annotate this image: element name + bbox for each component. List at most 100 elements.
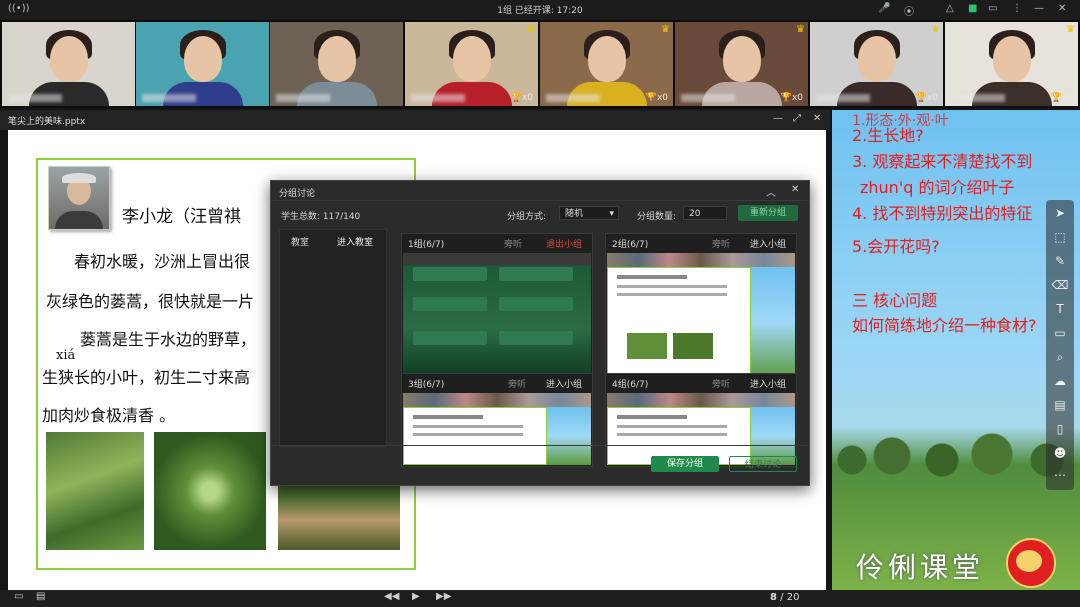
count-label: 分组数量: <box>637 212 677 222</box>
question-3a: 3. 观察起来不清楚找不到 <box>852 152 1033 171</box>
participant-name <box>681 94 735 102</box>
zoom-icon[interactable]: ⌕ <box>1046 350 1074 365</box>
enter-group-link[interactable]: 进入小组 <box>750 237 786 250</box>
plant-photo-2 <box>154 432 266 550</box>
classroom-label: 教室 <box>291 238 310 248</box>
video-strip: ♛ 🏆x0 ♛ 🏆x0 ♛ 🏆x0 ♛ 🏆x0 ♛ 🏆x0 <box>0 20 1080 108</box>
pen-icon[interactable]: ✎ <box>1046 254 1074 268</box>
group-count-input[interactable]: 20 <box>683 206 727 220</box>
participant-video-tile[interactable] <box>136 22 269 106</box>
slide-line-4: 生狭长的小叶，初生二寸来高 <box>42 368 251 387</box>
dialog-title: 分组讨论 <box>279 189 316 199</box>
next-slide-icon[interactable]: ▶▶ <box>436 591 451 602</box>
toolbox-icon[interactable]: ▤ <box>1046 398 1074 412</box>
group-preview[interactable] <box>607 393 795 465</box>
crown-icon: ♛ <box>796 24 805 35</box>
close-icon[interactable]: ✕ <box>791 184 799 195</box>
eraser-icon[interactable]: ⌫ <box>1046 278 1074 292</box>
file-icon[interactable]: ▯ <box>1046 422 1074 436</box>
participant-name <box>546 94 600 102</box>
enter-group-link[interactable]: 进入小组 <box>546 377 582 390</box>
participant-video-tile[interactable]: ♛ 🏆x0 <box>540 22 673 106</box>
regroup-button[interactable]: 重新分组 <box>738 205 798 221</box>
listen-link[interactable]: 旁听 <box>712 377 730 390</box>
network-icon[interactable]: △ <box>946 3 954 14</box>
slide-line-1: 春初水暖，沙洲上冒出很 <box>74 252 251 271</box>
trophy-count: 🏆x0 <box>780 93 803 103</box>
participant-video-tile[interactable]: ♛ 🏆x0 <box>675 22 808 106</box>
close-icon[interactable]: ✕ <box>1058 3 1066 14</box>
page-indicator: 8 / 20 <box>770 592 800 603</box>
title-bar: ((•)) 1组 已经开课: 17:20 🎤 ⦿ △ ■ ▭ ⋮ — ✕ <box>0 0 1080 20</box>
slide-line-5: 加肉炒食极清香 。 <box>42 406 176 425</box>
bottom-bar: ▭ ▤ ◀◀ ▶ ▶▶ 8 / 20 <box>0 590 1080 607</box>
ppt-filename: 笔尖上的美味.pptx <box>8 117 86 127</box>
microphone-icon[interactable]: 🎤 <box>878 3 890 14</box>
pinyin-annotation: xiá <box>56 348 76 363</box>
enter-classroom-link[interactable]: 进入教室 <box>337 235 373 248</box>
group-preview[interactable] <box>403 253 591 379</box>
more-tools-icon[interactable]: ⋯ <box>1046 468 1074 482</box>
crown-icon: ♛ <box>931 24 940 35</box>
participant-video-tile[interactable] <box>270 22 403 106</box>
panel-icon[interactable]: ▭ <box>14 591 23 602</box>
text-icon[interactable]: T <box>1046 302 1074 316</box>
play-icon[interactable]: ▶ <box>412 591 420 602</box>
cloud-icon[interactable]: ☁ <box>1046 374 1074 388</box>
record-icon[interactable]: ■ <box>968 3 977 14</box>
student-total: 学生总数: 117/140 <box>281 212 361 222</box>
group-name: 1组(6/7) <box>408 240 445 250</box>
question-4: 4. 找不到特别突出的特征 <box>852 204 1033 223</box>
listen-link[interactable]: 旁听 <box>508 377 526 390</box>
trophy-count: 🏆x0 <box>510 93 533 103</box>
shape-icon[interactable]: ▭ <box>1046 326 1074 340</box>
group-card: 1组(6/7) 旁听 退出小组 <box>401 233 593 381</box>
members-icon[interactable]: ☻ <box>1046 446 1074 460</box>
method-select[interactable]: 随机 ▾ <box>559 206 619 220</box>
participant-video-tile[interactable] <box>2 22 135 106</box>
class-status: 1组 已经开课: 17:20 <box>497 6 583 16</box>
crown-icon: ♛ <box>526 24 535 35</box>
participant-video-tile[interactable]: ♛ 🏆x0 <box>405 22 538 106</box>
minimize-icon[interactable]: — <box>773 113 783 124</box>
participant-video-tile[interactable]: ♛ 🏆x0 <box>810 22 943 106</box>
question-3b: zhun'q 的词介绍叶子 <box>860 178 1015 197</box>
plant-photo-1 <box>46 432 144 550</box>
select-icon[interactable]: ⬚ <box>1046 230 1074 244</box>
end-discussion-button[interactable]: 结束讨论 <box>729 456 797 472</box>
question-2: 2.生长地? <box>852 126 924 145</box>
trophy-count: 🏆x0 <box>1050 93 1073 103</box>
save-groups-button[interactable]: 保存分组 <box>651 456 719 472</box>
section-3-title: 三 核心问题 <box>852 291 938 310</box>
participant-name <box>951 94 1005 102</box>
participant-name <box>816 94 870 102</box>
location-icon[interactable]: ⦿ <box>904 3 914 18</box>
more-icon[interactable]: ⋮ <box>1012 3 1022 14</box>
crown-icon: ♛ <box>1066 24 1075 35</box>
listen-link[interactable]: 旁听 <box>504 237 522 250</box>
drawing-toolbar: ➤ ⬚ ✎ ⌫ T ▭ ⌕ ☁ ▤ ▯ ☻ ⋯ <box>1046 200 1074 490</box>
prev-slide-icon[interactable]: ◀◀ <box>384 591 399 602</box>
group-discussion-dialog: 分组讨论 ︿ ✕ 学生总数: 117/140 分组方式: 随机 ▾ 分组数量: 2… <box>270 180 810 486</box>
group-preview[interactable] <box>403 393 591 465</box>
slide-line-2: 灰绿色的蒌蒿，很快就是一片 <box>46 292 255 311</box>
close-icon[interactable]: ✕ <box>813 113 821 124</box>
cursor-icon[interactable]: ➤ <box>1046 206 1074 220</box>
collapse-icon[interactable]: ︿ <box>766 184 776 199</box>
group-card: 3组(6/7) 旁听 进入小组 <box>401 373 593 467</box>
group-name: 4组(6/7) <box>612 380 649 390</box>
participant-video-tile[interactable]: ♛ 🏆x0 <box>945 22 1078 106</box>
minimize-icon[interactable]: — <box>1034 3 1044 14</box>
tree-line <box>832 430 1080 486</box>
crown-icon: ♛ <box>661 24 670 35</box>
group-name: 3组(6/7) <box>408 380 445 390</box>
group-preview[interactable] <box>607 253 795 379</box>
notes-icon[interactable]: ▤ <box>36 591 45 602</box>
author-name: 李小龙（汪曾祺 <box>122 207 241 227</box>
exit-group-link[interactable]: 退出小组 <box>546 237 582 250</box>
expand-icon[interactable]: ⤢ <box>793 113 801 124</box>
brand-seal-center <box>1016 550 1042 572</box>
enter-group-link[interactable]: 进入小组 <box>750 377 786 390</box>
screen-icon[interactable]: ▭ <box>988 3 997 14</box>
listen-link[interactable]: 旁听 <box>712 237 730 250</box>
